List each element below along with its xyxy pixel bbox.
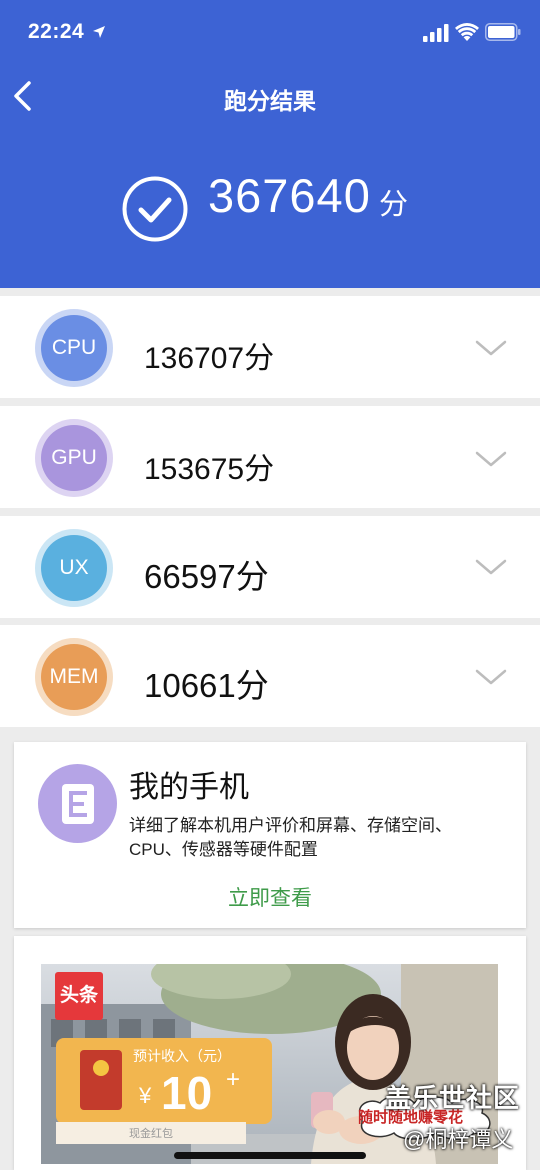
my-phone-card: 我的手机 详细了解本机用户评价和屏幕、存储空间、CPU、传感器等硬件配置 立即查… bbox=[14, 742, 526, 928]
gpu-score: 153675分 bbox=[144, 453, 275, 486]
ux-score-row[interactable]: UX 66597分 bbox=[0, 516, 540, 618]
ad-currency: ¥ bbox=[139, 1083, 152, 1108]
mem-score-row[interactable]: MEM 10661分 bbox=[0, 625, 540, 727]
gpu-badge-label: GPU bbox=[41, 425, 107, 491]
check-circle-icon bbox=[122, 176, 188, 242]
my-phone-description: 详细了解本机用户评价和屏幕、存储空间、CPU、传感器等硬件配置 bbox=[129, 816, 452, 859]
header: 22:24 跑分结果 367640 分 bbox=[0, 0, 540, 288]
cpu-score-row[interactable]: CPU 136707分 bbox=[0, 296, 540, 398]
red-envelope-icon bbox=[80, 1050, 122, 1110]
ux-badge: UX bbox=[35, 529, 113, 607]
ad-cash-label: 现金红包 bbox=[129, 1128, 173, 1140]
ux-score: 66597分 bbox=[144, 558, 269, 595]
mem-badge-label: MEM bbox=[41, 644, 107, 710]
signal-icon bbox=[423, 24, 449, 42]
mem-score: 10661分 bbox=[144, 667, 269, 704]
my-phone-icon-badge bbox=[38, 764, 117, 843]
chevron-down-icon[interactable] bbox=[475, 667, 507, 687]
home-indicator[interactable] bbox=[174, 1152, 366, 1159]
chevron-down-icon[interactable] bbox=[475, 449, 507, 469]
red-envelope-seal bbox=[93, 1060, 109, 1076]
gpu-badge: GPU bbox=[35, 419, 113, 497]
cpu-badge: CPU bbox=[35, 309, 113, 387]
ad-amount: 10 bbox=[161, 1067, 213, 1119]
total-score: 367640 bbox=[208, 169, 371, 222]
gpu-score-row[interactable]: GPU 153675分 bbox=[0, 406, 540, 508]
status-time: 22:24 bbox=[28, 20, 85, 43]
watermark-brand: 盖乐世社区 bbox=[385, 1083, 521, 1113]
toutiao-logo: 头条 bbox=[55, 972, 103, 1020]
document-icon bbox=[62, 784, 94, 824]
ad-income-panel: 预计收入（元） ¥ 10 + bbox=[56, 1038, 272, 1124]
location-arrow-icon bbox=[93, 26, 105, 38]
page-title: 跑分结果 bbox=[224, 88, 316, 114]
chevron-down-icon[interactable] bbox=[475, 338, 507, 358]
total-score-unit: 分 bbox=[379, 189, 409, 221]
cpu-score: 136707分 bbox=[144, 342, 275, 375]
wifi-icon bbox=[455, 23, 479, 41]
ad-cash-bar: 现金红包 bbox=[56, 1122, 246, 1144]
ad-plus: + bbox=[226, 1066, 241, 1093]
cpu-badge-label: CPU bbox=[41, 315, 107, 381]
status-bar: 22:24 bbox=[0, 0, 540, 66]
view-now-link[interactable]: 立即查看 bbox=[14, 882, 526, 912]
watermark-user: @桐梓谭义 bbox=[403, 1127, 514, 1152]
mem-badge: MEM bbox=[35, 638, 113, 716]
battery-icon bbox=[485, 23, 521, 41]
ad-income-label: 预计收入（元） bbox=[133, 1048, 231, 1064]
ux-badge-label: UX bbox=[41, 535, 107, 601]
chevron-down-icon[interactable] bbox=[475, 557, 507, 577]
my-phone-title: 我的手机 bbox=[129, 771, 249, 804]
